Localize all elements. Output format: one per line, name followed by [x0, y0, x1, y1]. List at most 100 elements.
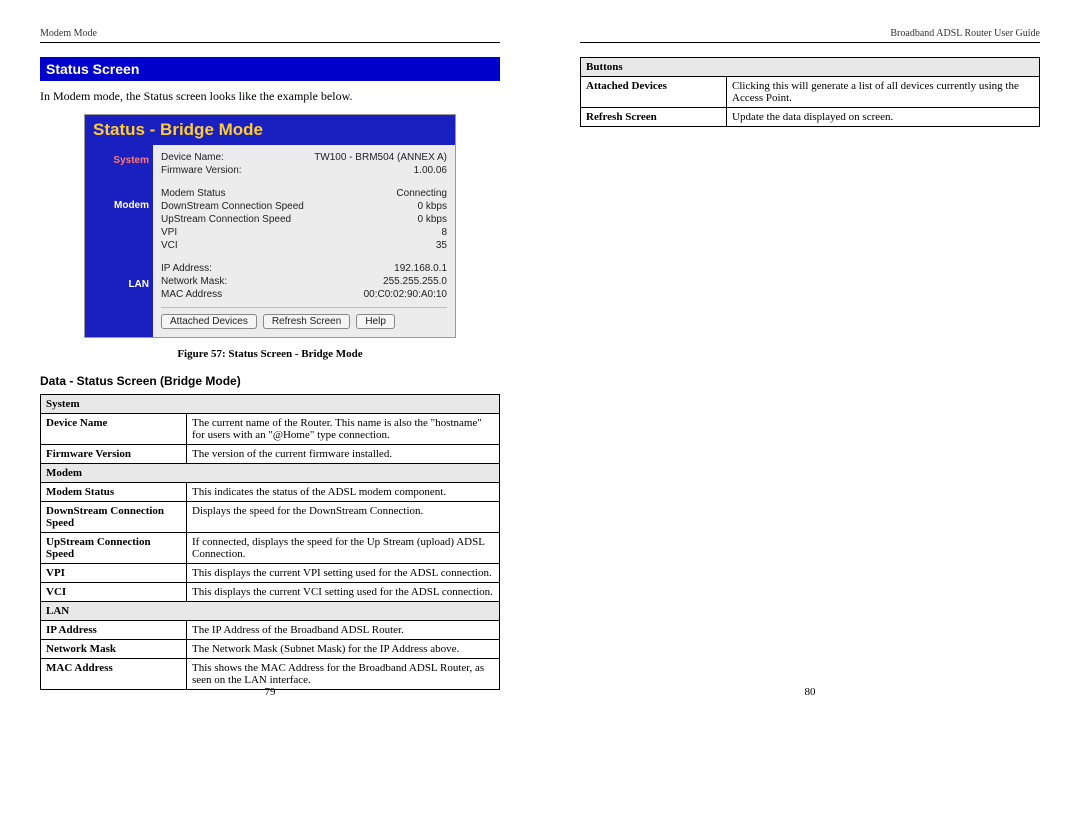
- lbl-device-name: Device Name:: [161, 152, 224, 163]
- table-row: VCI This displays the current VCI settin…: [41, 583, 500, 602]
- cell-fw-desc: The version of the current firmware inst…: [187, 445, 500, 464]
- attached-devices-button[interactable]: Attached Devices: [161, 314, 257, 329]
- row-upstream: UpStream Connection Speed 0 kbps: [161, 213, 447, 226]
- page-number-left: 79: [265, 686, 276, 698]
- page-header-left: Modem Mode: [40, 28, 500, 43]
- table-header-modem: Modem: [41, 464, 500, 483]
- row-vpi: VPI 8: [161, 226, 447, 239]
- cell-mac-label: MAC Address: [41, 659, 187, 690]
- page-right: Broadband ADSL Router User Guide Buttons…: [540, 0, 1080, 710]
- row-downstream: DownStream Connection Speed 0 kbps: [161, 200, 447, 213]
- section-title: Status Screen: [40, 57, 500, 81]
- buttons-table: Buttons Attached Devices Clicking this w…: [580, 57, 1040, 127]
- header-left-text: Modem Mode: [40, 28, 97, 39]
- cell-ad-desc: Clicking this will generate a list of al…: [727, 77, 1040, 108]
- cell-nm-desc: The Network Mask (Subnet Mask) for the I…: [187, 640, 500, 659]
- cell-ip-label: IP Address: [41, 621, 187, 640]
- cell-us-label: UpStream Connection Speed: [41, 533, 187, 564]
- help-button[interactable]: Help: [356, 314, 395, 329]
- row-ip: IP Address: 192.168.0.1: [161, 262, 447, 275]
- val-modem-status: Connecting: [396, 188, 447, 199]
- screenshot-sidebar: System Modem LAN: [85, 145, 153, 337]
- cell-rs-label: Refresh Screen: [581, 108, 727, 127]
- screenshot-title: Status - Bridge Mode: [85, 115, 455, 145]
- cell-us-desc: If connected, displays the speed for the…: [187, 533, 500, 564]
- side-modem: Modem: [89, 200, 149, 211]
- val-mac: 00:C0:02:90:A0:10: [364, 289, 447, 300]
- table-row: MAC Address This shows the MAC Address f…: [41, 659, 500, 690]
- row-mac: MAC Address 00:C0:02:90:A0:10: [161, 288, 447, 301]
- val-downstream: 0 kbps: [418, 201, 447, 212]
- table-row: UpStream Connection Speed If connected, …: [41, 533, 500, 564]
- cell-nm-label: Network Mask: [41, 640, 187, 659]
- cell-ip-desc: The IP Address of the Broadband ADSL Rou…: [187, 621, 500, 640]
- lbl-downstream: DownStream Connection Speed: [161, 201, 304, 212]
- table-header-system: System: [41, 395, 500, 414]
- table-row: Device Name The current name of the Rout…: [41, 414, 500, 445]
- lbl-mask: Network Mask:: [161, 276, 227, 287]
- cell-device-name-label: Device Name: [41, 414, 187, 445]
- table-row-section-buttons: Buttons: [581, 58, 1040, 77]
- cell-rs-desc: Update the data displayed on screen.: [727, 108, 1040, 127]
- table-row-section-modem: Modem: [41, 464, 500, 483]
- cell-device-name-desc: The current name of the Router. This nam…: [187, 414, 500, 445]
- cell-ms-label: Modem Status: [41, 483, 187, 502]
- screenshot-bridge-mode: Status - Bridge Mode System Modem LAN De…: [84, 114, 456, 338]
- cell-ds-desc: Displays the speed for the DownStream Co…: [187, 502, 500, 533]
- screenshot-button-bar: Attached Devices Refresh Screen Help: [161, 307, 447, 329]
- table-header-lan: LAN: [41, 602, 500, 621]
- table-row: VPI This displays the current VPI settin…: [41, 564, 500, 583]
- two-page-spread: Modem Mode Status Screen In Modem mode, …: [0, 0, 1080, 710]
- cell-vpi-desc: This displays the current VPI setting us…: [187, 564, 500, 583]
- row-firmware: Firmware Version: 1.00.06: [161, 164, 447, 177]
- cell-vci-label: VCI: [41, 583, 187, 602]
- cell-ms-desc: This indicates the status of the ADSL mo…: [187, 483, 500, 502]
- cell-ad-label: Attached Devices: [581, 77, 727, 108]
- page-number-right: 80: [805, 686, 816, 698]
- val-mask: 255.255.255.0: [383, 276, 447, 287]
- table-row: Refresh Screen Update the data displayed…: [581, 108, 1040, 127]
- side-system: System: [89, 155, 149, 166]
- lbl-vci: VCI: [161, 240, 178, 251]
- val-upstream: 0 kbps: [418, 214, 447, 225]
- lbl-firmware: Firmware Version:: [161, 165, 242, 176]
- data-table-title: Data - Status Screen (Bridge Mode): [40, 374, 500, 388]
- row-modem-status: Modem Status Connecting: [161, 187, 447, 200]
- refresh-screen-button[interactable]: Refresh Screen: [263, 314, 350, 329]
- cell-mac-desc: This shows the MAC Address for the Broad…: [187, 659, 500, 690]
- val-vpi: 8: [441, 227, 447, 238]
- table-row: IP Address The IP Address of the Broadba…: [41, 621, 500, 640]
- lbl-mac: MAC Address: [161, 289, 222, 300]
- table-header-buttons: Buttons: [581, 58, 1040, 77]
- table-row: DownStream Connection Speed Displays the…: [41, 502, 500, 533]
- side-lan: LAN: [89, 279, 149, 290]
- row-device-name: Device Name: TW100 - BRM504 (ANNEX A): [161, 151, 447, 164]
- table-row: Attached Devices Clicking this will gene…: [581, 77, 1040, 108]
- val-ip: 192.168.0.1: [394, 263, 447, 274]
- val-firmware: 1.00.06: [414, 165, 447, 176]
- cell-vpi-label: VPI: [41, 564, 187, 583]
- lbl-upstream: UpStream Connection Speed: [161, 214, 291, 225]
- row-mask: Network Mask: 255.255.255.0: [161, 275, 447, 288]
- page-left: Modem Mode Status Screen In Modem mode, …: [0, 0, 540, 710]
- lbl-ip: IP Address:: [161, 263, 212, 274]
- data-table-bridge-mode: System Device Name The current name of t…: [40, 394, 500, 690]
- cell-ds-label: DownStream Connection Speed: [41, 502, 187, 533]
- table-row-section-lan: LAN: [41, 602, 500, 621]
- table-row: Firmware Version The version of the curr…: [41, 445, 500, 464]
- intro-text: In Modem mode, the Status screen looks l…: [40, 89, 500, 104]
- page-header-right: Broadband ADSL Router User Guide: [580, 28, 1040, 43]
- lbl-modem-status: Modem Status: [161, 188, 225, 199]
- table-row: Network Mask The Network Mask (Subnet Ma…: [41, 640, 500, 659]
- cell-fw-label: Firmware Version: [41, 445, 187, 464]
- val-device-name: TW100 - BRM504 (ANNEX A): [314, 152, 447, 163]
- screenshot-body: System Modem LAN Device Name: TW100 - BR…: [85, 145, 455, 337]
- cell-vci-desc: This displays the current VCI setting us…: [187, 583, 500, 602]
- screenshot-main: Device Name: TW100 - BRM504 (ANNEX A) Fi…: [153, 145, 455, 337]
- lbl-vpi: VPI: [161, 227, 177, 238]
- row-vci: VCI 35: [161, 239, 447, 252]
- header-right-text: Broadband ADSL Router User Guide: [890, 28, 1040, 39]
- figure-caption: Figure 57: Status Screen - Bridge Mode: [40, 348, 500, 360]
- val-vci: 35: [436, 240, 447, 251]
- table-row-section-system: System: [41, 395, 500, 414]
